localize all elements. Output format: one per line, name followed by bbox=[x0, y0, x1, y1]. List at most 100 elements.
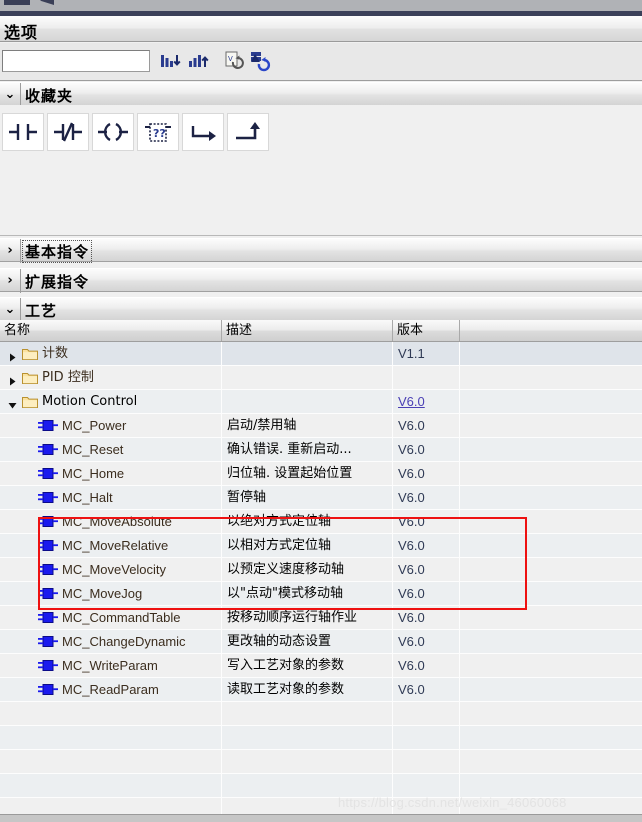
row-label: MC_MoveVelocity bbox=[62, 562, 167, 577]
update-accessible-devices-icon[interactable]: V bbox=[222, 49, 246, 73]
search-input[interactable] bbox=[3, 51, 149, 71]
cell-name: MC_Home bbox=[0, 462, 222, 485]
column-header-version[interactable]: 版本 bbox=[393, 320, 460, 341]
sort-descending-icon[interactable] bbox=[158, 49, 182, 73]
function-block-icon bbox=[38, 635, 58, 648]
row-label: MC_MoveAbsolute bbox=[62, 514, 172, 529]
table-row[interactable]: MC_Power 启动/禁用轴 V6.0 bbox=[0, 414, 642, 438]
cell-extra bbox=[460, 510, 642, 533]
empty-box-icon[interactable]: ?? bbox=[137, 113, 179, 151]
bottom-scrollbar[interactable] bbox=[0, 814, 642, 822]
chevron-right-icon[interactable]: › bbox=[2, 273, 18, 289]
table-row[interactable]: MC_Reset 确认错误. 重新启动... V6.0 bbox=[0, 438, 642, 462]
twisty-collapsed-icon[interactable] bbox=[8, 373, 17, 386]
cell-description bbox=[222, 390, 393, 413]
table-row[interactable]: 计数 V1.1 bbox=[0, 342, 642, 366]
cell-name: MC_Power bbox=[0, 414, 222, 437]
table-row[interactable]: MC_Halt 暂停轴 V6.0 bbox=[0, 486, 642, 510]
row-label: MC_MoveJog bbox=[62, 586, 143, 601]
cell-version: V6.0 bbox=[393, 534, 460, 557]
section-label-basic-instructions: 基本指令 bbox=[21, 240, 93, 263]
row-label: MC_MoveRelative bbox=[62, 538, 169, 553]
refresh-blocks-icon[interactable] bbox=[248, 49, 272, 73]
cell-extra bbox=[460, 678, 642, 701]
table-header-row: 名称 描述 版本 bbox=[0, 320, 642, 342]
function-block-icon bbox=[38, 539, 58, 552]
cell-extra bbox=[460, 702, 642, 725]
page-title: 选项 bbox=[4, 23, 39, 42]
table-body: 计数 V1.1 PID 控制 Motion Control V6.0 MC_Power 启动… bbox=[0, 342, 642, 822]
function-block-icon bbox=[38, 491, 58, 504]
table-row[interactable]: MC_MoveAbsolute 以绝对方式定位轴 V6.0 bbox=[0, 510, 642, 534]
cell-name: MC_Reset bbox=[0, 438, 222, 461]
section-header-basic-instructions[interactable]: › 基本指令 bbox=[0, 238, 642, 263]
row-label: MC_ReadParam bbox=[62, 682, 159, 697]
cell-name: MC_MoveJog bbox=[0, 582, 222, 605]
cell-version: V6.0 bbox=[393, 606, 460, 629]
table-row[interactable]: MC_Home 归位轴. 设置起始位置 V6.0 bbox=[0, 462, 642, 486]
cell-version: V6.0 bbox=[393, 630, 460, 653]
chevron-right-icon[interactable]: › bbox=[2, 243, 18, 259]
search-toolbar-row: V bbox=[0, 43, 642, 115]
section-divider bbox=[20, 83, 21, 107]
function-block-icon bbox=[38, 611, 58, 624]
cell-name: MC_WriteParam bbox=[0, 654, 222, 677]
nc-contact-icon[interactable] bbox=[47, 113, 89, 151]
table-row[interactable]: MC_CommandTable 按移动顺序运行轴作业 V6.0 bbox=[0, 606, 642, 630]
cell-description bbox=[222, 342, 393, 365]
column-header-name[interactable]: 名称 bbox=[0, 320, 222, 341]
folder-icon bbox=[22, 371, 38, 384]
cell-version[interactable]: V6.0 bbox=[393, 390, 460, 413]
table-row[interactable]: Motion Control V6.0 bbox=[0, 390, 642, 414]
row-label: MC_Home bbox=[62, 466, 125, 481]
search-input-wrap[interactable] bbox=[2, 50, 150, 72]
cell-name bbox=[0, 774, 222, 797]
table-row[interactable]: MC_ReadParam 读取工艺对象的参数 V6.0 bbox=[0, 678, 642, 702]
cell-extra bbox=[460, 774, 642, 797]
cell-description bbox=[222, 702, 393, 725]
table-row[interactable]: PID 控制 bbox=[0, 366, 642, 390]
cell-description bbox=[222, 774, 393, 797]
chevron-down-icon[interactable]: ⌄ bbox=[2, 87, 18, 103]
column-header-extra[interactable] bbox=[460, 320, 642, 341]
cell-version bbox=[393, 366, 460, 389]
folder-icon bbox=[22, 395, 38, 408]
svg-text:??: ?? bbox=[153, 127, 166, 140]
cell-description bbox=[222, 750, 393, 773]
section-divider bbox=[20, 298, 21, 322]
coil-icon[interactable] bbox=[92, 113, 134, 151]
table-row[interactable]: MC_WriteParam 写入工艺对象的参数 V6.0 bbox=[0, 654, 642, 678]
section-header-extended-instructions[interactable]: › 扩展指令 bbox=[0, 268, 642, 293]
svg-text:V: V bbox=[228, 55, 233, 63]
twisty-collapsed-icon[interactable] bbox=[8, 349, 17, 362]
function-block-icon bbox=[38, 587, 58, 600]
column-header-description[interactable]: 描述 bbox=[222, 320, 393, 341]
open-branch-icon[interactable] bbox=[182, 113, 224, 151]
row-label: MC_CommandTable bbox=[62, 610, 181, 625]
row-label: 计数 bbox=[42, 346, 69, 361]
row-label: Motion Control bbox=[42, 394, 138, 409]
function-block-icon bbox=[38, 443, 58, 456]
no-contact-icon[interactable] bbox=[2, 113, 44, 151]
row-label: MC_ChangeDynamic bbox=[62, 634, 186, 649]
twisty-expanded-icon[interactable] bbox=[8, 397, 17, 409]
cell-name bbox=[0, 750, 222, 773]
table-row[interactable]: MC_MoveRelative 以相对方式定位轴 V6.0 bbox=[0, 534, 642, 558]
cell-name bbox=[0, 726, 222, 749]
cell-extra bbox=[460, 534, 642, 557]
table-row[interactable]: MC_MoveVelocity 以预定义速度移动轴 V6.0 bbox=[0, 558, 642, 582]
table-row[interactable]: MC_MoveJog 以"点动"模式移动轴 V6.0 bbox=[0, 582, 642, 606]
table-row[interactable]: MC_ChangeDynamic 更改轴的动态设置 V6.0 bbox=[0, 630, 642, 654]
function-block-icon bbox=[38, 515, 58, 528]
cell-extra bbox=[460, 750, 642, 773]
cell-version bbox=[393, 702, 460, 725]
section-header-favorites[interactable]: ⌄ 收藏夹 bbox=[0, 82, 642, 107]
cell-description: 更改轴的动态设置 bbox=[222, 630, 393, 653]
cell-description: 以相对方式定位轴 bbox=[222, 534, 393, 557]
sort-ascending-icon[interactable] bbox=[186, 49, 210, 73]
cell-description: 归位轴. 设置起始位置 bbox=[222, 462, 393, 485]
section-header-technology[interactable]: ⌄ 工艺 bbox=[0, 297, 642, 322]
cell-description: 暂停轴 bbox=[222, 486, 393, 509]
close-branch-icon[interactable] bbox=[227, 113, 269, 151]
chevron-down-icon[interactable]: ⌄ bbox=[2, 302, 18, 318]
